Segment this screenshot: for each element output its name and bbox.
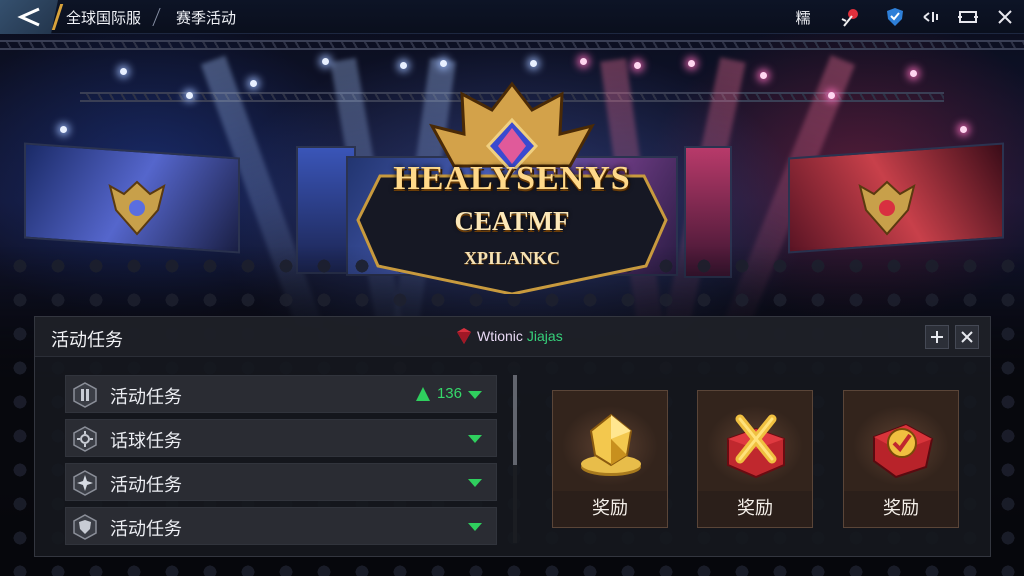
rose-icon[interactable] xyxy=(838,6,864,28)
tower-icon xyxy=(73,382,97,408)
stage-light xyxy=(530,60,537,67)
stage-light xyxy=(400,62,407,69)
panel-header: 活动任务 Wtionic Jiajas xyxy=(35,317,990,357)
add-icon xyxy=(931,331,943,343)
chevron-down-icon[interactable] xyxy=(468,435,482,443)
left-screen-emblem xyxy=(108,180,166,236)
gift-box-icon xyxy=(727,414,785,479)
logo-title-line3: XPILANKC xyxy=(463,248,560,268)
game-logo: HEALYSENYS CEATMF XPILANKC xyxy=(356,80,668,294)
menu-text-icon[interactable]: 糯 xyxy=(792,6,814,28)
panel-subtitle-part2: Jiajas xyxy=(526,328,563,344)
back-arrow-icon xyxy=(17,7,40,27)
lighting-truss xyxy=(0,40,1024,50)
activity-task-panel: 活动任务 Wtionic Jiajas 活动任务 136 话球任务 活动任务 活… xyxy=(34,316,991,557)
stage-light xyxy=(960,126,967,133)
stage-light xyxy=(910,70,917,77)
reward-card[interactable]: 奖励 xyxy=(843,390,959,528)
chevron-down-icon[interactable] xyxy=(468,523,482,531)
shield-icon xyxy=(73,514,97,540)
close-icon[interactable] xyxy=(994,6,1016,28)
chevron-down-icon[interactable] xyxy=(468,391,482,399)
stage-light xyxy=(186,92,193,99)
reward-art xyxy=(844,391,958,493)
task-label: 活动任务 xyxy=(110,519,182,540)
back-button[interactable] xyxy=(0,0,58,34)
close-icon xyxy=(961,331,973,343)
task-row[interactable]: 活动任务 136 xyxy=(65,375,497,413)
task-list-scrollbar[interactable] xyxy=(513,375,517,543)
reward-label: 奖励 xyxy=(844,491,958,527)
stage-light xyxy=(120,68,127,75)
red-gem-icon xyxy=(457,328,471,344)
stage-light xyxy=(760,72,767,79)
task-row[interactable]: 活动任务 xyxy=(65,463,497,501)
stage-light xyxy=(250,80,257,87)
gear-icon xyxy=(73,426,97,452)
star-burst-icon xyxy=(73,470,97,496)
panel-subtitle: Wtionic Jiajas xyxy=(455,327,563,345)
reward-art xyxy=(553,391,667,493)
panel-subtitle-part1: Wtionic xyxy=(477,328,523,344)
reward-art xyxy=(698,391,812,493)
gold-crystal-icon xyxy=(581,413,641,476)
right-screen-emblem xyxy=(858,180,916,236)
reward-card[interactable]: 奖励 xyxy=(552,390,668,528)
task-row[interactable]: 活动任务 xyxy=(65,507,497,545)
stage-light xyxy=(60,126,67,133)
stage-light xyxy=(688,60,695,67)
reward-label: 奖励 xyxy=(553,491,667,527)
task-row[interactable]: 话球任务 xyxy=(65,419,497,457)
shield-badge-icon[interactable] xyxy=(884,6,906,28)
add-button[interactable] xyxy=(925,325,949,349)
reward-card[interactable]: 奖励 xyxy=(697,390,813,528)
stage-light xyxy=(440,60,447,67)
breadcrumb-separator xyxy=(152,8,161,26)
fullscreen-icon[interactable] xyxy=(956,6,980,28)
stage-light xyxy=(634,62,641,69)
red-chest-icon xyxy=(873,423,934,479)
chevron-down-icon[interactable] xyxy=(468,479,482,487)
breadcrumb-season-event[interactable]: 赛季活动 xyxy=(176,7,236,28)
task-label: 话球任务 xyxy=(110,431,182,452)
task-label: 活动任务 xyxy=(110,475,182,496)
panel-title: 活动任务 xyxy=(51,330,123,351)
stage-light xyxy=(580,58,587,65)
stage-light xyxy=(828,92,835,99)
sound-icon[interactable] xyxy=(920,6,944,28)
scrollbar-thumb[interactable] xyxy=(513,375,517,465)
logo-title-line2: CEATMF xyxy=(454,206,570,236)
reward-label: 奖励 xyxy=(698,491,812,527)
top-bar: 全球国际服 赛季活动 糯 xyxy=(0,0,1024,34)
task-count: 136 xyxy=(436,385,462,402)
panel-close-button[interactable] xyxy=(955,325,979,349)
task-label: 活动任务 xyxy=(110,387,182,408)
stage-light xyxy=(322,58,329,65)
up-arrow-icon xyxy=(416,387,430,401)
breadcrumb-server[interactable]: 全球国际服 xyxy=(66,7,141,28)
logo-title-line1: HEALYSENYS xyxy=(393,160,631,197)
